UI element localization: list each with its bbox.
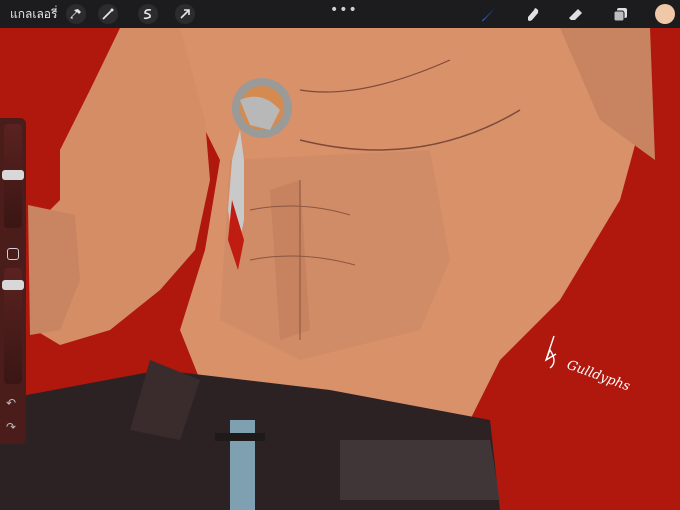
- drawing-canvas[interactable]: [0, 0, 680, 510]
- selection-icon[interactable]: [138, 4, 158, 24]
- modify-button[interactable]: [7, 248, 19, 260]
- layers-icon[interactable]: [610, 4, 632, 26]
- top-toolbar: แกลเลอรี่ •••: [0, 0, 680, 28]
- left-sidebar: ↶ ↷: [0, 118, 26, 444]
- smudge-icon[interactable]: [522, 4, 544, 26]
- brush-size-slider[interactable]: [2, 124, 24, 228]
- opacity-slider[interactable]: [2, 268, 24, 384]
- undo-button[interactable]: ↶: [6, 396, 16, 410]
- current-color-swatch[interactable]: [655, 4, 675, 24]
- opacity-knob[interactable]: [2, 280, 24, 290]
- more-options-icon[interactable]: •••: [330, 2, 358, 18]
- wrench-icon[interactable]: [66, 4, 86, 24]
- brush-icon[interactable]: [478, 4, 500, 26]
- gallery-button[interactable]: แกลเลอรี่: [10, 6, 57, 22]
- artist-signature: Gulldyphs: [544, 335, 633, 395]
- redo-button[interactable]: ↷: [6, 420, 16, 434]
- transform-arrow-icon[interactable]: [175, 4, 195, 24]
- magic-wand-icon[interactable]: [98, 4, 118, 24]
- signature-text: Gulldyphs: [565, 358, 633, 395]
- eraser-icon[interactable]: [565, 4, 587, 26]
- brush-size-knob[interactable]: [2, 170, 24, 180]
